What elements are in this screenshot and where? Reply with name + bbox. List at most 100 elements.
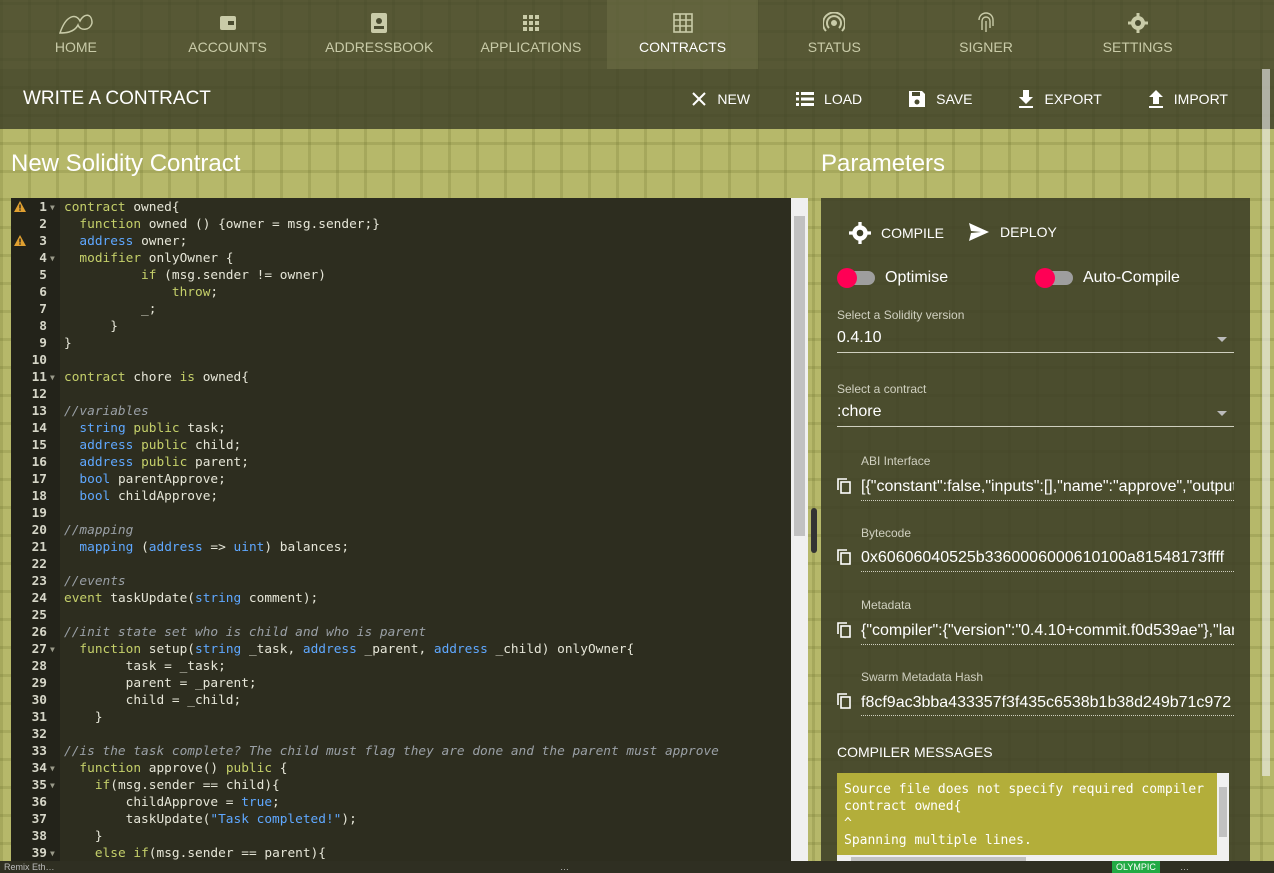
code-line[interactable]: 33 //is the task complete? The child must…	[11, 743, 791, 760]
code-text: contract chore is owned{	[64, 370, 249, 385]
code-line[interactable]: 17 bool parentApprove;	[11, 471, 791, 488]
status-middle: …	[560, 862, 569, 872]
copy-icon[interactable]	[837, 622, 851, 638]
fold-arrow-icon[interactable]: ▼	[50, 777, 55, 794]
contact-book-icon	[369, 11, 389, 35]
bytecode-value[interactable]: 0x60606040525b3360006000610100a81548173f…	[861, 549, 1234, 567]
contract-select[interactable]: :chore	[837, 403, 881, 421]
code-line[interactable]: 31 }	[11, 709, 791, 726]
version-select[interactable]: 0.4.10	[837, 329, 881, 347]
fold-arrow-icon[interactable]: ▼	[50, 845, 55, 861]
code-line[interactable]: 29 parent = _parent;	[11, 675, 791, 692]
code-line[interactable]: 23 //events	[11, 573, 791, 590]
fold-arrow-icon[interactable]: ▼	[50, 369, 55, 386]
code-line[interactable]: 26 //init state set who is child and who …	[11, 624, 791, 641]
copy-icon[interactable]	[837, 478, 851, 494]
download-icon	[1019, 90, 1034, 108]
editor-scrollbar[interactable]	[791, 198, 808, 861]
code-text: //init state set who is child and who is…	[64, 625, 427, 640]
line-number: 3	[39, 234, 47, 249]
code-line[interactable]: 11 ▼ contract chore is owned{	[11, 369, 791, 386]
fold-arrow-icon[interactable]: ▼	[50, 250, 55, 267]
code-line[interactable]: 13 //variables	[11, 403, 791, 420]
line-number: 16	[31, 455, 47, 470]
code-line[interactable]: 36 childApprove = true;	[11, 794, 791, 811]
parameters-heading: Parameters	[821, 150, 946, 177]
editor-heading: New Solidity Contract	[11, 150, 241, 177]
code-line[interactable]: 2 function owned () {owner = msg.sender;…	[11, 216, 791, 233]
nav-signer[interactable]: SIGNER	[910, 0, 1062, 69]
code-line[interactable]: 18 bool childApprove;	[11, 488, 791, 505]
compile-button[interactable]: COMPILE	[849, 222, 944, 244]
code-line[interactable]: 27 ▼ function setup(string _task, address…	[11, 641, 791, 658]
swarm-hash-label: Swarm Metadata Hash	[861, 670, 984, 684]
code-line[interactable]: 9}	[11, 335, 791, 352]
code-line[interactable]: 24 event taskUpdate(string comment);	[11, 590, 791, 607]
code-line[interactable]: 1 ▼ contract owned{	[11, 199, 791, 216]
metadata-label: Metadata	[861, 598, 912, 612]
code-line[interactable]: 4 ▼ modifier onlyOwner {	[11, 250, 791, 267]
code-line[interactable]: 32	[11, 726, 791, 743]
code-line[interactable]: 22	[11, 556, 791, 573]
nav-status[interactable]: STATUS	[758, 0, 910, 69]
top-navigation: HOME ACCOUNTS ADDRESSBOOK APPLICATIONS C…	[0, 0, 1274, 69]
nav-applications[interactable]: APPLICATIONS	[455, 0, 607, 69]
load-button[interactable]: LOAD	[796, 91, 862, 107]
code-text: //mapping	[64, 523, 134, 538]
messages-scrollbar[interactable]	[1217, 773, 1229, 873]
code-line[interactable]: 16 address public parent;	[11, 454, 791, 471]
deploy-button[interactable]: DEPLOY	[968, 222, 1057, 242]
line-number: 4	[39, 251, 47, 266]
code-line[interactable]: 38 }	[11, 828, 791, 845]
import-button[interactable]: IMPORT	[1148, 90, 1228, 108]
line-number: 17	[31, 472, 47, 487]
optimise-toggle[interactable]: Optimise	[837, 268, 948, 288]
nav-settings[interactable]: SETTINGS	[1062, 0, 1214, 69]
abi-value[interactable]: [{"constant":false,"inputs":[],"name":"a…	[861, 478, 1234, 496]
code-text: if (msg.sender != owner)	[141, 268, 326, 283]
code-line[interactable]: 8 }	[11, 318, 791, 335]
fold-arrow-icon[interactable]: ▼	[50, 641, 55, 658]
code-line[interactable]: 12	[11, 386, 791, 403]
nav-home[interactable]: HOME	[0, 0, 152, 69]
code-line[interactable]: 15 address public child;	[11, 437, 791, 454]
chevron-down-icon[interactable]	[1217, 411, 1227, 416]
chevron-down-icon[interactable]	[1217, 337, 1227, 342]
code-text: function setup(string _task, address _pa…	[79, 642, 635, 657]
nav-addressbook[interactable]: ADDRESSBOOK	[303, 0, 455, 69]
nav-accounts[interactable]: ACCOUNTS	[152, 0, 304, 69]
new-button[interactable]: NEW	[691, 91, 750, 107]
code-line[interactable]: 5 if (msg.sender != owner)	[11, 267, 791, 284]
code-line[interactable]: 39 ▼ else if(msg.sender == parent){	[11, 845, 791, 861]
line-number: 15	[31, 438, 47, 453]
export-button[interactable]: EXPORT	[1018, 90, 1102, 108]
code-line[interactable]: 6 throw;	[11, 284, 791, 301]
copy-icon[interactable]	[837, 549, 851, 565]
code-editor[interactable]: 1 ▼ contract owned{2 function owned () {ow…	[11, 198, 808, 861]
code-line[interactable]: 10	[11, 352, 791, 369]
nav-contracts[interactable]: CONTRACTS	[606, 0, 759, 69]
code-line[interactable]: 21 mapping (address => uint) balances;	[11, 539, 791, 556]
auto-compile-toggle[interactable]: Auto-Compile	[1035, 268, 1180, 288]
code-line[interactable]: 20 //mapping	[11, 522, 791, 539]
swarm-hash-value[interactable]: f8cf9ac3bba433357f3f435c6538b1b38d249b71…	[861, 694, 1234, 712]
save-button[interactable]: SAVE	[908, 90, 972, 108]
code-text: else if(msg.sender == parent){	[94, 846, 326, 861]
code-line[interactable]: 25	[11, 607, 791, 624]
line-number: 28	[31, 659, 47, 674]
code-line[interactable]: 35 ▼ if(msg.sender == child){	[11, 777, 791, 794]
page-scrollbar[interactable]	[1262, 69, 1270, 776]
copy-icon[interactable]	[837, 693, 851, 709]
code-line[interactable]: 28 task = _task;	[11, 658, 791, 675]
code-line[interactable]: 14 string public task;	[11, 420, 791, 437]
split-pane-handle[interactable]	[811, 508, 817, 553]
code-line[interactable]: 3 address owner;	[11, 233, 791, 250]
fold-arrow-icon[interactable]: ▼	[50, 760, 55, 777]
fold-arrow-icon[interactable]: ▼	[50, 199, 55, 216]
code-line[interactable]: 37 taskUpdate("Task completed!");	[11, 811, 791, 828]
code-line[interactable]: 30 child = _child;	[11, 692, 791, 709]
code-line[interactable]: 7 _;	[11, 301, 791, 318]
code-line[interactable]: 19	[11, 505, 791, 522]
metadata-value[interactable]: {"compiler":{"version":"0.4.10+commit.f0…	[861, 622, 1234, 640]
code-line[interactable]: 34 ▼ function approve() public {	[11, 760, 791, 777]
